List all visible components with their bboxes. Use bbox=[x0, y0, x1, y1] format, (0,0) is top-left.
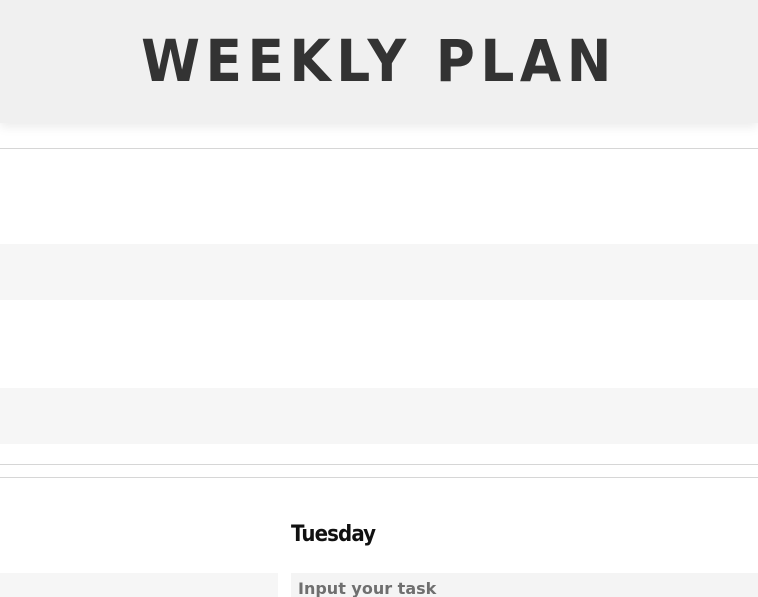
divider bbox=[0, 464, 758, 465]
previous-day-task-field[interactable] bbox=[0, 573, 278, 597]
divider bbox=[0, 148, 758, 149]
striped-row bbox=[0, 388, 758, 444]
striped-row bbox=[0, 244, 758, 300]
tuesday-task-input[interactable] bbox=[291, 573, 758, 597]
page-title: WEEKLY PLAN bbox=[141, 27, 617, 95]
day-title-tuesday: Tuesday bbox=[291, 522, 376, 547]
page: WEEKLY PLAN Tuesday bbox=[0, 0, 758, 597]
divider bbox=[0, 477, 758, 478]
page-header: WEEKLY PLAN bbox=[0, 0, 758, 123]
